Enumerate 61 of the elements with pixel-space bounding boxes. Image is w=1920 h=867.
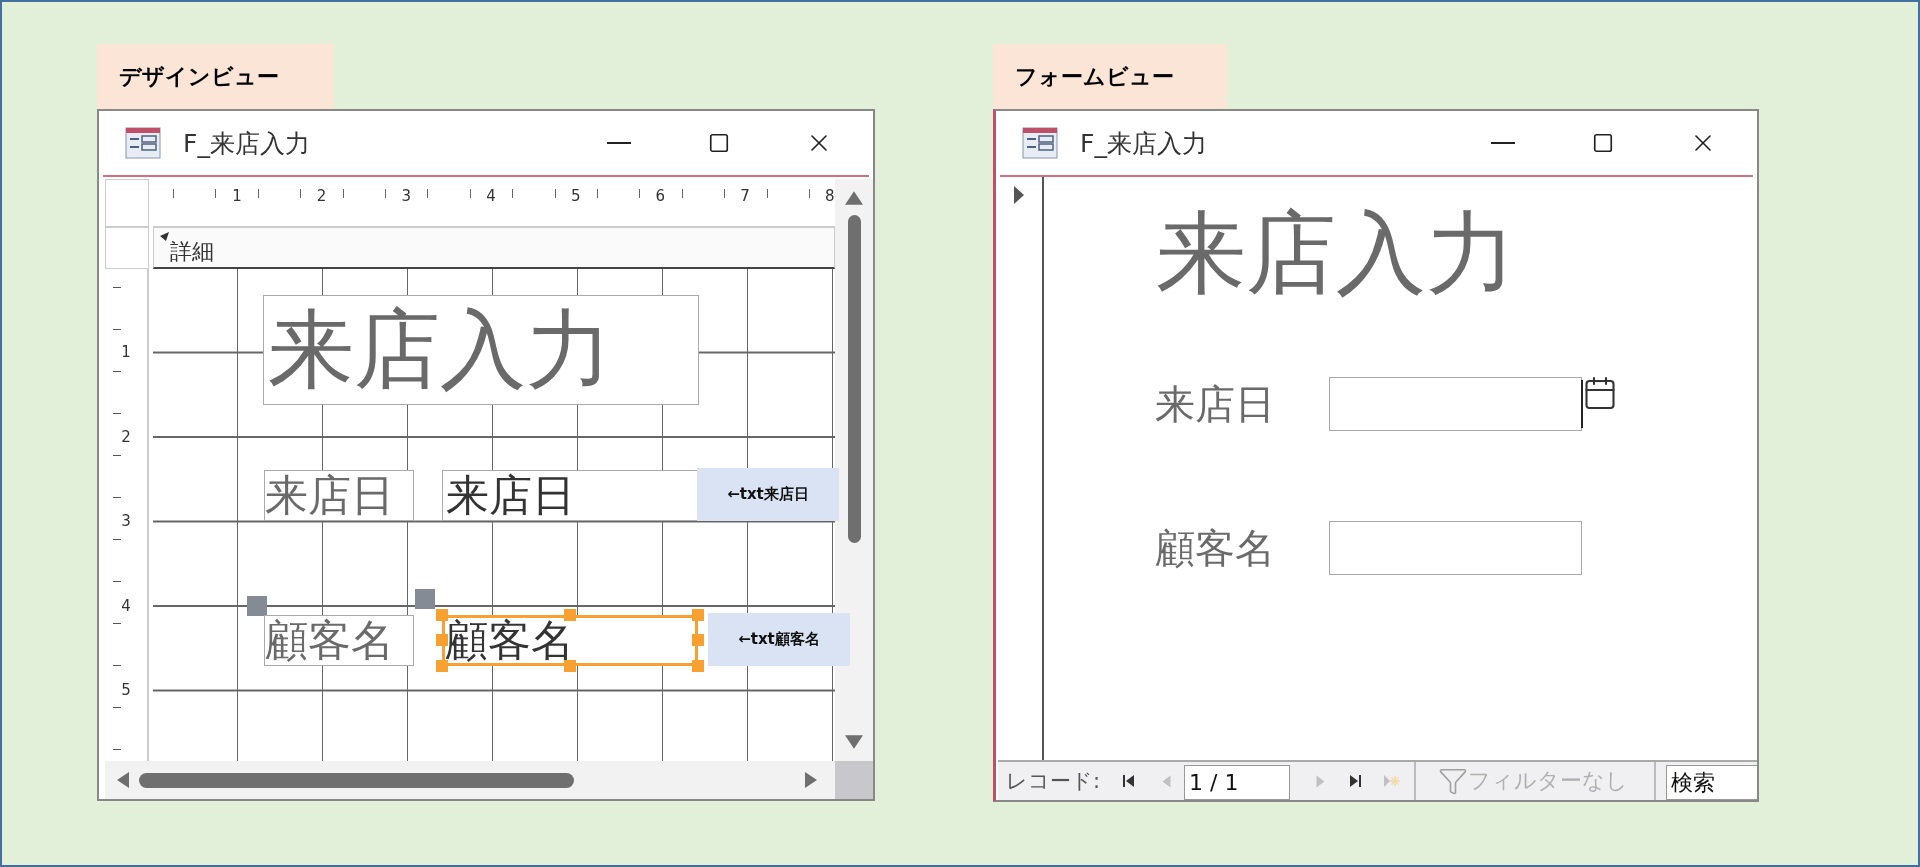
section-title: 詳細	[170, 238, 214, 267]
ruler-corner	[105, 179, 149, 227]
minimize-icon	[1491, 142, 1515, 144]
scroll-up-icon[interactable]	[845, 189, 864, 207]
ruler-corner	[105, 227, 149, 269]
input-field[interactable]	[1329, 521, 1582, 575]
ruler-number: 2	[120, 426, 132, 445]
current-record-icon	[1013, 185, 1025, 205]
view-label: フォームビュー	[993, 44, 1227, 109]
horizontal-scrollbar[interactable]	[105, 761, 835, 799]
scroll-right-icon[interactable]	[803, 772, 819, 788]
text-box-control[interactable]: 顧客名	[436, 609, 704, 672]
ruler-number: 4	[485, 189, 496, 204]
ruler-number: 1	[120, 342, 132, 360]
ruler-number: 3	[120, 511, 132, 529]
text-box-control[interactable]: 来店日	[442, 470, 698, 521]
ruler-number: 2	[315, 189, 327, 204]
field-label[interactable]: 来店日	[264, 470, 414, 521]
input-field[interactable]	[1329, 377, 1582, 431]
form-title: 来店入力	[1156, 199, 1516, 307]
scroll-down-icon[interactable]	[845, 733, 864, 751]
previous-record-icon	[1161, 774, 1171, 788]
calendar-icon[interactable]	[1582, 375, 1618, 411]
move-handle[interactable]	[247, 596, 267, 616]
move-handle[interactable]	[415, 589, 435, 609]
filter-icon	[1438, 766, 1469, 796]
minimize-icon	[607, 142, 631, 144]
window-title: F_来店入力	[1080, 127, 1208, 160]
title-label[interactable]: 来店入力	[263, 295, 699, 405]
ruler-number: 5	[120, 680, 132, 698]
form-icon	[1022, 127, 1058, 159]
ruler-number: 7	[739, 189, 750, 204]
record-label: レコード:	[1006, 768, 1101, 795]
annotation-note: ←txt来店日	[697, 468, 839, 521]
text-cursor	[1581, 380, 1583, 428]
ruler-number: 1	[231, 189, 242, 204]
scroll-thumb[interactable]	[847, 215, 861, 543]
maximize-icon	[708, 132, 730, 154]
ruler-number: 3	[400, 189, 412, 204]
ruler-number: 6	[654, 189, 666, 204]
annotation-note: ←txt顧客名	[708, 613, 850, 666]
scroll-corner	[835, 761, 873, 799]
new-record-icon	[1383, 773, 1402, 789]
vertical-scrollbar[interactable]	[835, 179, 873, 761]
record-position-field[interactable]: 1 / 1	[1184, 765, 1291, 800]
field-label: 来店日	[1155, 380, 1275, 429]
ruler-number: 4	[120, 595, 132, 614]
ruler-number: 5	[569, 189, 581, 204]
window-title: F_来店入力	[183, 127, 311, 160]
maximize-icon	[1592, 132, 1614, 154]
section-header[interactable]: 詳細	[153, 227, 836, 269]
collapse-arrow-icon	[160, 232, 170, 242]
ruler-number: 8	[823, 189, 835, 204]
form-icon	[125, 127, 161, 159]
next-record-icon	[1315, 774, 1325, 788]
field-label[interactable]: 顧客名	[264, 615, 414, 666]
field-label: 顧客名	[1155, 524, 1275, 573]
scroll-left-icon[interactable]	[115, 772, 131, 788]
view-label: デザインビュー	[97, 44, 334, 109]
scroll-thumb[interactable]	[139, 772, 574, 788]
search-field[interactable]: 検索	[1666, 765, 1757, 800]
